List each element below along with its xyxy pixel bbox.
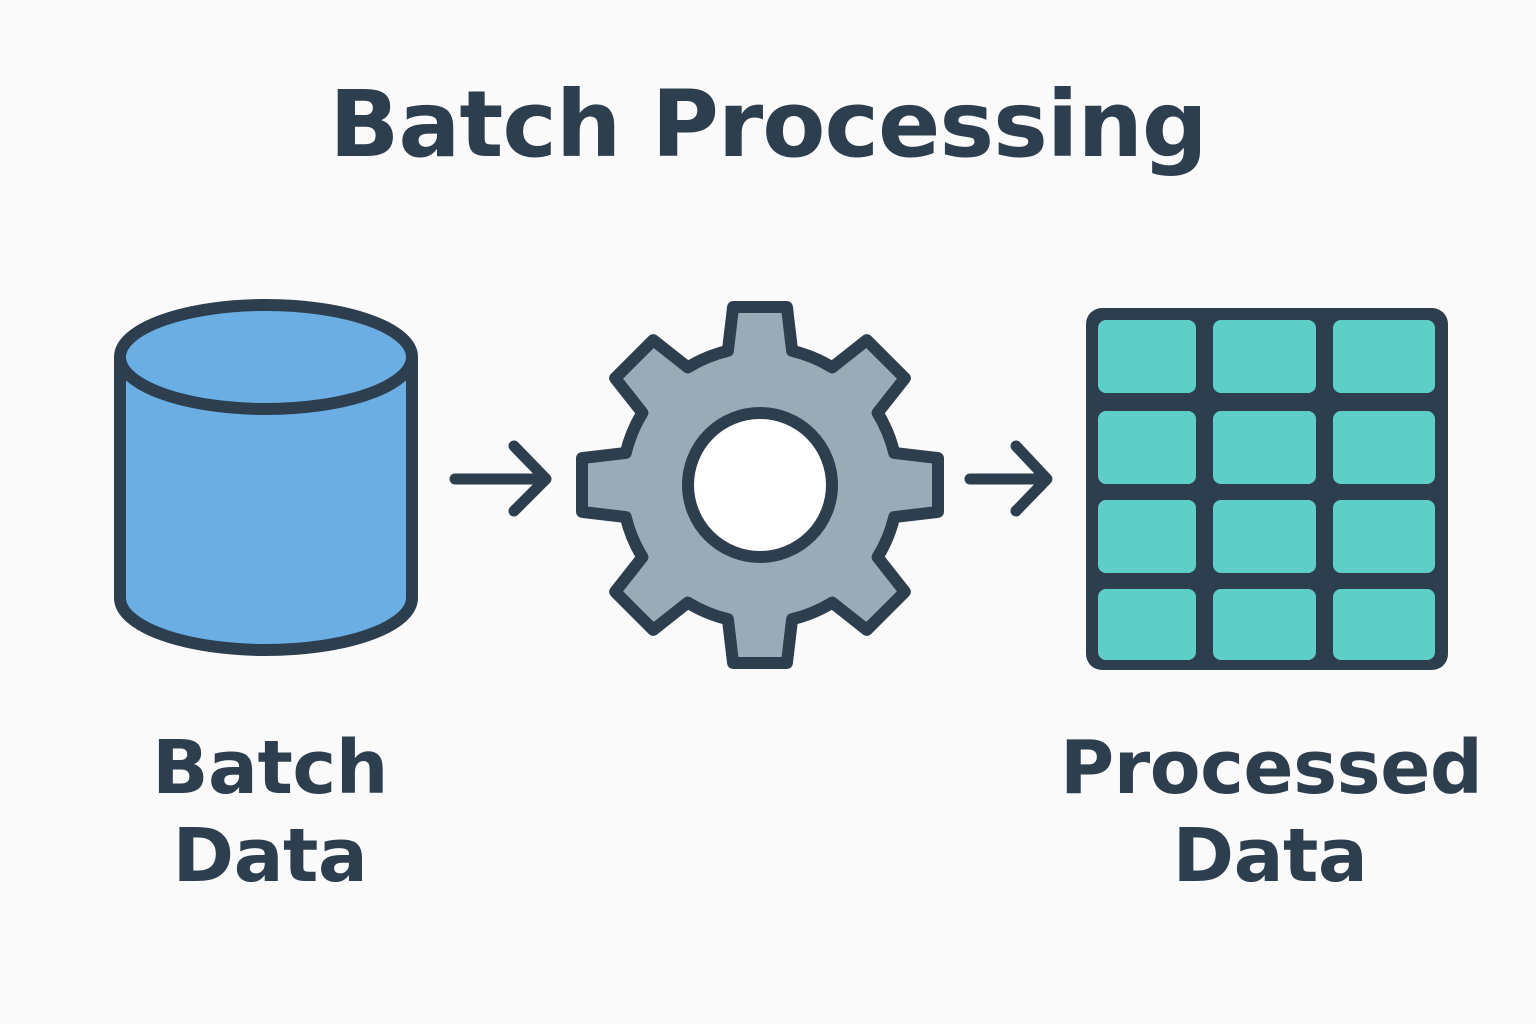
table-cell xyxy=(1098,500,1196,573)
table-cell xyxy=(1333,589,1435,660)
database-cylinder-icon xyxy=(114,299,418,656)
batch-data-label: Batch Data xyxy=(100,724,440,900)
processed-data-label-line: Processed xyxy=(1060,725,1483,811)
table-cell xyxy=(1213,320,1316,393)
batch-data-label-line: Data xyxy=(172,813,368,899)
processed-data-label-line: Data xyxy=(1172,813,1368,899)
gear-icon xyxy=(576,301,944,669)
table-cell xyxy=(1213,500,1316,573)
arrow-right-icon xyxy=(449,440,552,517)
table-cell xyxy=(1333,500,1435,573)
table-cell xyxy=(1098,320,1196,393)
table-cell xyxy=(1333,320,1435,393)
table-cell xyxy=(1213,411,1316,484)
table-cell xyxy=(1333,411,1435,484)
batch-data-label-line: Batch xyxy=(152,725,388,811)
processed-data-label: Processed Data xyxy=(1060,724,1483,900)
table-cell xyxy=(1098,411,1196,484)
table-cell xyxy=(1098,589,1196,660)
table-grid-icon xyxy=(1086,308,1448,670)
table-cell xyxy=(1213,589,1316,660)
arrow-right-icon xyxy=(964,440,1053,517)
